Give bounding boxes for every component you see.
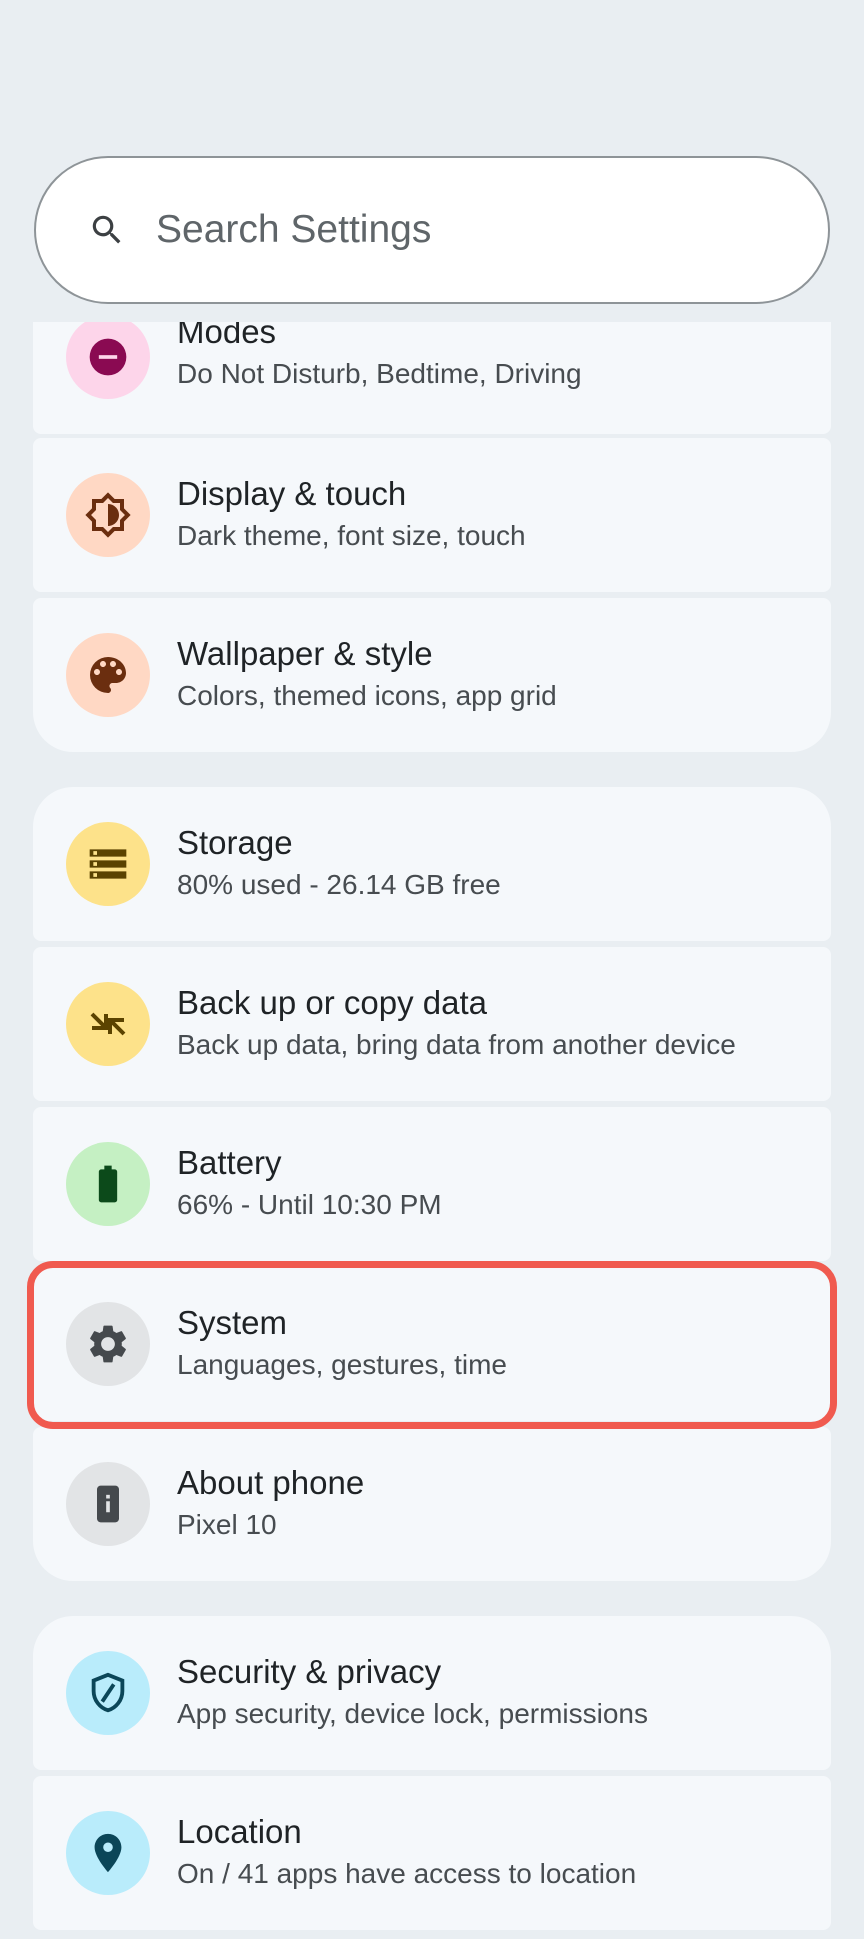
settings-item-storage[interactable]: Storage 80% used - 26.14 GB free <box>33 787 831 941</box>
settings-item-display[interactable]: Display & touch Dark theme, font size, t… <box>33 438 831 592</box>
info-phone-icon <box>66 1462 150 1546</box>
settings-item-subtitle: Back up data, bring data from another de… <box>177 1029 736 1060</box>
settings-item-title: Storage <box>177 824 293 861</box>
settings-item-modes[interactable]: Modes Do Not Disturb, Bedtime, Driving <box>33 322 831 434</box>
settings-item-subtitle: 66% - Until 10:30 PM <box>177 1189 442 1220</box>
settings-item-subtitle: On / 41 apps have access to location <box>177 1858 637 1889</box>
backup-icon <box>66 982 150 1066</box>
settings-item-subtitle: Pixel 10 <box>177 1509 277 1540</box>
settings-item-title: Battery <box>177 1144 282 1181</box>
settings-item-title: About phone <box>177 1464 365 1501</box>
settings-item-subtitle: Dark theme, font size, touch <box>177 520 526 551</box>
settings-item-title: Wallpaper & style <box>177 635 433 672</box>
settings-item-security[interactable]: Security & privacy App security, device … <box>33 1616 831 1770</box>
battery-icon <box>66 1142 150 1226</box>
brightness-icon <box>66 473 150 557</box>
search-bar[interactable]: Search Settings <box>34 156 830 304</box>
settings-item-title: Location <box>177 1813 302 1850</box>
settings-item-backup[interactable]: Back up or copy data Back up data, bring… <box>33 947 831 1101</box>
settings-item-system[interactable]: System Languages, gestures, time <box>33 1267 831 1421</box>
settings-item-location[interactable]: Location On / 41 apps have access to loc… <box>33 1776 831 1930</box>
search-placeholder: Search Settings <box>156 208 432 251</box>
settings-item-battery[interactable]: Battery 66% - Until 10:30 PM <box>33 1107 831 1261</box>
settings-item-subtitle: App security, device lock, permissions <box>177 1698 648 1729</box>
settings-item-title: Modes <box>177 322 277 350</box>
storage-icon <box>66 822 150 906</box>
settings-item-subtitle: Colors, themed icons, app grid <box>177 680 557 711</box>
location-icon <box>66 1811 150 1895</box>
settings-item-title: Security & privacy <box>177 1653 442 1690</box>
settings-list[interactable]: Modes Do Not Disturb, Bedtime, Driving D… <box>0 322 864 1939</box>
do-not-disturb-icon <box>66 322 150 399</box>
settings-item-wallpaper[interactable]: Wallpaper & style Colors, themed icons, … <box>33 598 831 752</box>
settings-item-subtitle: Do Not Disturb, Bedtime, Driving <box>177 358 582 389</box>
settings-item-about-phone[interactable]: About phone Pixel 10 <box>33 1427 831 1581</box>
settings-screen: Search Settings Modes Do Not Disturb, Be… <box>0 0 864 1939</box>
search-icon <box>86 209 128 251</box>
shield-icon <box>66 1651 150 1735</box>
settings-item-title: System <box>177 1304 288 1341</box>
settings-item-subtitle: 80% used - 26.14 GB free <box>177 869 501 900</box>
gear-icon <box>66 1302 150 1386</box>
settings-item-subtitle: Languages, gestures, time <box>177 1349 507 1380</box>
settings-item-title: Display & touch <box>177 475 407 512</box>
settings-item-title: Back up or copy data <box>177 984 488 1021</box>
palette-icon <box>66 633 150 717</box>
